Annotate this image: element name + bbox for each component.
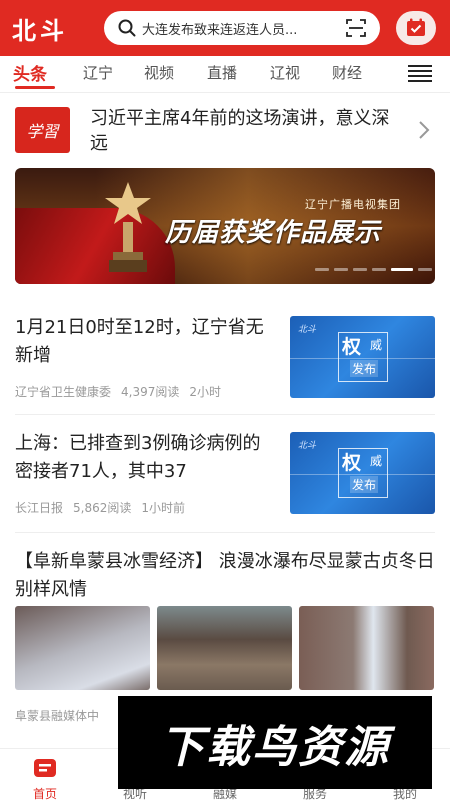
home-icon — [34, 759, 56, 777]
carousel-dot — [334, 268, 348, 271]
nav-home[interactable]: 首页 — [15, 757, 75, 800]
news-reads: 5,862阅读 — [73, 501, 132, 515]
thumb-text: 权 — [342, 452, 362, 474]
carousel-dots — [315, 268, 435, 271]
banner-subtitle: 辽宁广播电视集团 — [305, 198, 401, 211]
search-placeholder: 大连发布致来连返连人员... — [142, 22, 298, 38]
article-photo — [15, 606, 150, 690]
thumb-text: 威 — [370, 338, 383, 352]
news-thumbnail: 北斗 权 威 发布 — [290, 316, 435, 398]
news-source: 辽宁省卫生健康委 — [15, 385, 112, 399]
banner-carousel[interactable]: 辽宁广播电视集团 历届获奖作品展示 — [15, 168, 435, 284]
channel-tabs: 头条 辽宁 视频 直播 辽视 财经 — [0, 56, 450, 92]
news-title: 1月21日0时至12时，辽宁省无新增 — [15, 317, 264, 366]
active-tab-indicator — [15, 86, 55, 89]
news-meta: 长江日报 5,862阅读 1小时前 — [15, 499, 195, 516]
photo-article-source: 阜蒙县融媒体中 — [15, 709, 100, 723]
study-headline[interactable]: 学習 习近平主席4年前的这场演讲，意义深远 — [0, 100, 450, 160]
study-title: 习近平主席4年前的这场演讲，意义深远 — [90, 108, 390, 154]
scan-icon[interactable] — [346, 19, 366, 37]
tab-liaoshi[interactable]: 辽视 — [270, 62, 300, 83]
watermark-overlay: 下载鸟资源 — [118, 696, 432, 789]
divider — [15, 532, 435, 533]
menu-icon[interactable] — [408, 65, 432, 83]
tab-headlines[interactable]: 头条 — [13, 60, 47, 85]
thumb-text: 发布 — [350, 360, 379, 377]
tab-live[interactable]: 直播 — [207, 62, 237, 83]
thumb-tag: 北斗 — [298, 325, 317, 335]
trophy-icon — [105, 182, 151, 272]
divider — [0, 92, 450, 93]
banner-title: 历届获奖作品展示 — [165, 218, 382, 248]
app-header: 北斗 大连发布致来连返连人员... — [0, 0, 450, 56]
news-meta: 辽宁省卫生健康委 4,397阅读 2小时 — [15, 383, 231, 400]
photo-article-title: 【阜新阜蒙县冰雪经济】 浪漫冰瀑布尽显蒙古贞冬日别样风情 — [15, 551, 435, 600]
article-photo — [157, 606, 292, 690]
nav-home-label: 首页 — [32, 787, 57, 800]
news-time: 1小时前 — [141, 501, 186, 515]
divider — [15, 414, 435, 415]
article-photo — [299, 606, 434, 690]
news-title: 上海：已排查到3例确诊病例的密接者71人，其中37 — [15, 433, 261, 482]
app-logo: 北斗 — [12, 16, 68, 45]
search-bar[interactable]: 大连发布致来连返连人员... — [104, 11, 380, 45]
news-source: 长江日报 — [15, 501, 64, 515]
calendar-icon — [407, 18, 425, 36]
thumb-text: 发布 — [350, 476, 379, 493]
thumb-text: 威 — [370, 454, 383, 468]
watermark-text: 下载鸟资源 — [160, 721, 390, 773]
carousel-dot — [315, 268, 329, 271]
study-logo: 学習 — [15, 107, 70, 153]
tab-video[interactable]: 视频 — [144, 62, 174, 83]
chevron-right-icon — [419, 121, 430, 139]
news-thumbnail: 北斗 权 威 发布 — [290, 432, 435, 514]
tab-finance[interactable]: 财经 — [332, 62, 362, 83]
search-icon — [112, 11, 142, 45]
news-time: 2小时 — [189, 385, 222, 399]
thumb-text: 权 — [342, 336, 362, 358]
carousel-dot-active — [391, 268, 413, 271]
calendar-button[interactable] — [396, 11, 436, 45]
news-reads: 4,397阅读 — [121, 385, 180, 399]
thumb-tag: 北斗 — [298, 441, 317, 451]
carousel-dot — [372, 268, 386, 271]
carousel-dot — [418, 268, 432, 271]
carousel-dot — [353, 268, 367, 271]
tab-liaoning[interactable]: 辽宁 — [83, 62, 113, 83]
